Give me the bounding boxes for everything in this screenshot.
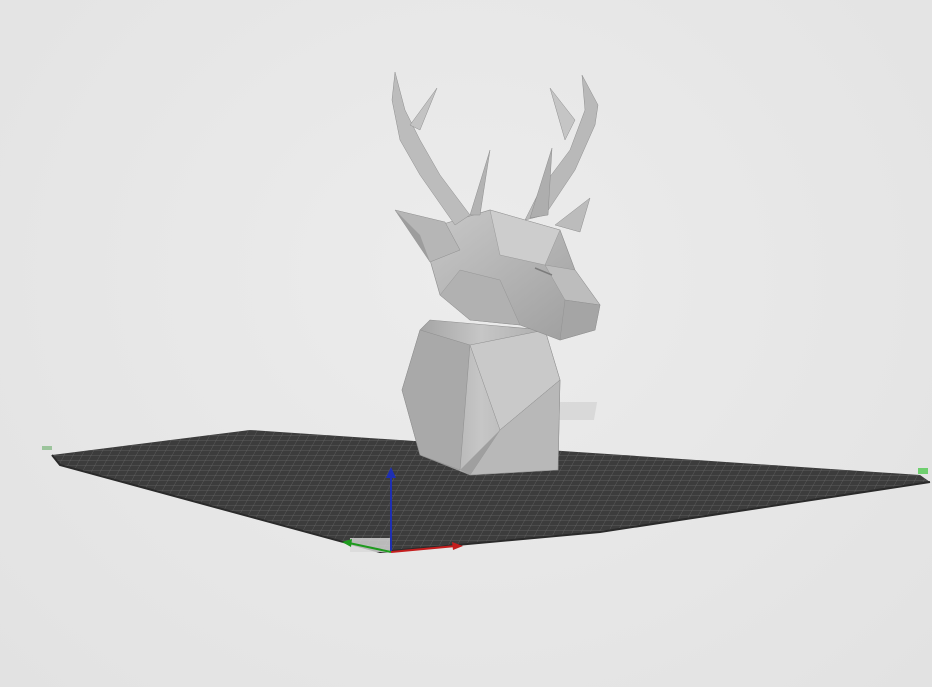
scene-canvas[interactable] <box>0 0 932 687</box>
plate-corner-marker-right <box>918 468 928 474</box>
3d-viewport[interactable] <box>0 0 932 687</box>
plate-corner-marker-left <box>42 446 52 450</box>
